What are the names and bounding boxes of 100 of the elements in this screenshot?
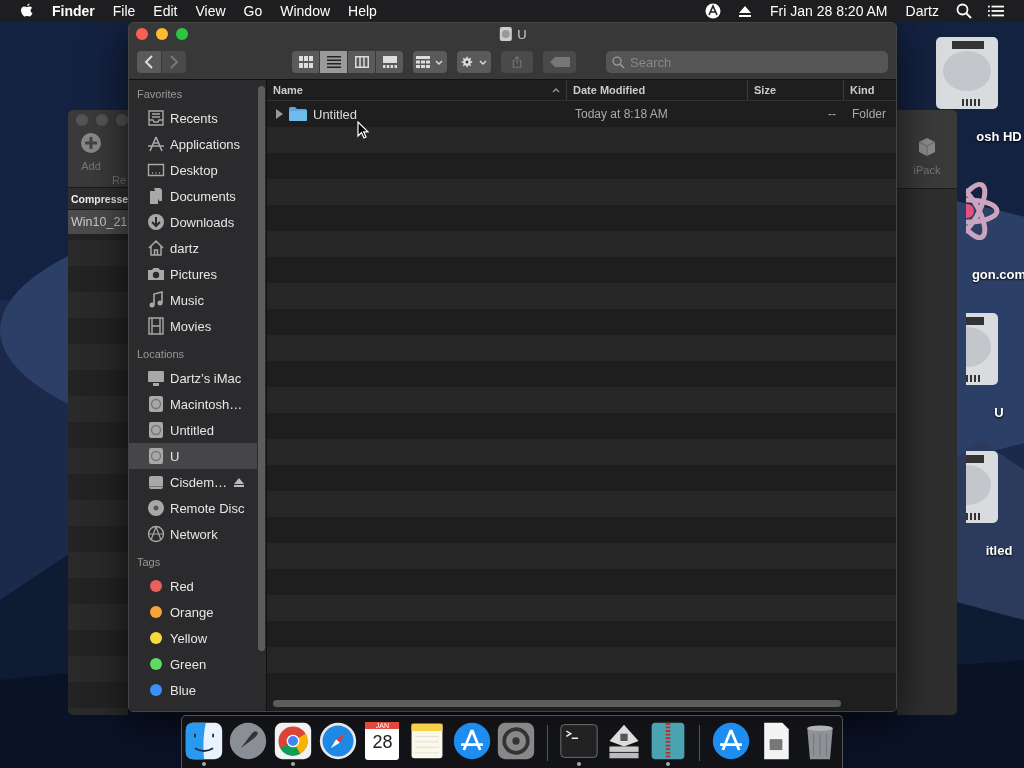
file-name[interactable]: Untitled xyxy=(313,106,358,122)
sidebar-heading: Locations xyxy=(136,347,186,362)
sidebar-item[interactable]: Applications xyxy=(129,131,257,157)
menu-item[interactable]: View xyxy=(186,3,235,19)
menu-item[interactable]: Window xyxy=(271,3,340,19)
sidebar-item[interactable]: Remote Disc xyxy=(129,495,257,521)
drive-icon xyxy=(147,473,165,491)
sidebar-item[interactable]: Macintosh… xyxy=(129,391,257,417)
view-button[interactable] xyxy=(292,51,319,73)
sidebar-item[interactable]: dartz xyxy=(129,235,257,261)
app-store-icon[interactable] xyxy=(710,721,751,761)
search-icon[interactable] xyxy=(956,3,972,19)
column-header[interactable]: Size xyxy=(748,80,844,100)
plus-icon xyxy=(80,132,102,154)
sidebar-item[interactable]: U xyxy=(129,443,257,469)
user-name[interactable]: Dartz xyxy=(896,3,948,19)
menu-item[interactable]: Help xyxy=(339,3,386,19)
app-store-icon[interactable] xyxy=(451,721,492,761)
drive-icon xyxy=(147,447,165,465)
apple-logo-icon[interactable] xyxy=(20,3,34,19)
grid-icon xyxy=(416,56,431,68)
download-icon xyxy=(147,213,165,231)
tray-icon xyxy=(147,109,165,127)
menu-item[interactable]: Finder xyxy=(48,3,104,19)
sidebar-item[interactable]: Yellow xyxy=(129,625,257,651)
scrollbar[interactable] xyxy=(267,697,896,711)
view-button[interactable] xyxy=(320,51,347,73)
minimize-button[interactable] xyxy=(156,28,168,40)
list-row[interactable]: Win10_21 xyxy=(68,210,128,234)
disclosure-triangle-icon[interactable] xyxy=(275,109,283,119)
tag-icon xyxy=(549,57,570,67)
globe-icon xyxy=(147,525,165,543)
sidebar-item[interactable]: Downloads xyxy=(129,209,257,235)
drive-icon xyxy=(147,395,165,413)
zoom-button[interactable] xyxy=(176,28,188,40)
sidebar-item[interactable]: Red xyxy=(129,573,257,599)
face-icon[interactable] xyxy=(183,721,224,761)
camera-icon xyxy=(147,265,165,283)
sidebar-heading: Favorites xyxy=(136,87,184,102)
group-button[interactable] xyxy=(413,51,447,73)
compass-icon[interactable] xyxy=(317,721,358,761)
table-cell-text: Today at 8:18 AM xyxy=(574,107,669,121)
desktop-icon-label: U xyxy=(994,405,1004,420)
chevron-left-icon xyxy=(144,55,154,69)
document-icon xyxy=(147,187,165,205)
house-icon xyxy=(147,239,165,257)
window-title: U xyxy=(517,26,527,42)
film-icon xyxy=(147,317,165,335)
menu-item[interactable]: Go xyxy=(234,3,272,19)
settings-icon xyxy=(460,56,475,68)
view-button[interactable] xyxy=(376,51,403,73)
column-header[interactable]: Kind xyxy=(844,80,896,100)
search-icon xyxy=(612,56,625,69)
back-button[interactable] xyxy=(137,51,161,73)
browser-icon[interactable] xyxy=(273,721,314,761)
close-button[interactable] xyxy=(136,28,148,40)
sidebar-item[interactable]: Desktop xyxy=(129,157,257,183)
sidebar-item[interactable]: Movies xyxy=(129,313,257,339)
cursor-icon xyxy=(357,121,369,139)
sidebar-item[interactable]: Orange xyxy=(129,599,257,625)
sidebar-item[interactable]: Recents xyxy=(129,105,257,131)
column-header[interactable]: Compresse xyxy=(71,192,128,205)
desktop-icon-label: itled xyxy=(985,543,1013,558)
view-button[interactable] xyxy=(348,51,375,73)
menu-icon[interactable] xyxy=(988,3,1004,19)
sidebar-heading: Tags xyxy=(136,555,162,570)
sidebar-item[interactable]: Untitled xyxy=(129,417,257,443)
eject-icon[interactable] xyxy=(234,477,245,487)
columns-icon xyxy=(354,56,369,68)
gear-icon[interactable] xyxy=(496,721,537,761)
disc-icon xyxy=(147,499,165,517)
folder-icon xyxy=(289,107,307,121)
clock[interactable]: Fri Jan 28 8:20 AM xyxy=(761,3,897,19)
sidebar-item[interactable]: Network xyxy=(129,521,257,547)
drive-icon xyxy=(498,26,513,42)
rocket-icon[interactable] xyxy=(228,721,269,761)
column-header[interactable]: Date Modified xyxy=(567,80,748,100)
sidebar-item[interactable]: Dartz’s iMac xyxy=(129,365,257,391)
sidebar-item[interactable]: Pictures xyxy=(129,261,257,287)
compass-icon xyxy=(147,135,165,153)
cube-icon xyxy=(916,136,938,158)
action-button[interactable] xyxy=(457,51,491,73)
sidebar-item[interactable]: Music xyxy=(129,287,257,313)
list-icon xyxy=(326,56,341,68)
desktop-icon-label: osh HD xyxy=(976,129,1022,144)
computer-icon xyxy=(147,369,165,387)
column-header[interactable]: Name xyxy=(267,80,567,100)
menu-item[interactable]: Edit xyxy=(144,3,187,19)
drive-icon xyxy=(147,421,165,439)
sidebar-item[interactable]: Blue xyxy=(129,677,257,703)
caret-icon xyxy=(479,59,488,65)
sidebar-item[interactable]: Green xyxy=(129,651,257,677)
caret-icon xyxy=(435,59,444,65)
status-icon[interactable] xyxy=(705,3,722,19)
sidebar-item[interactable]: Cisdem… xyxy=(129,469,257,495)
monitor-icon xyxy=(147,161,165,179)
table-cell-text: -- xyxy=(827,107,837,121)
grid-icon xyxy=(298,56,313,68)
sidebar-item[interactable]: Documents xyxy=(129,183,257,209)
menu-item[interactable]: File xyxy=(103,3,145,19)
